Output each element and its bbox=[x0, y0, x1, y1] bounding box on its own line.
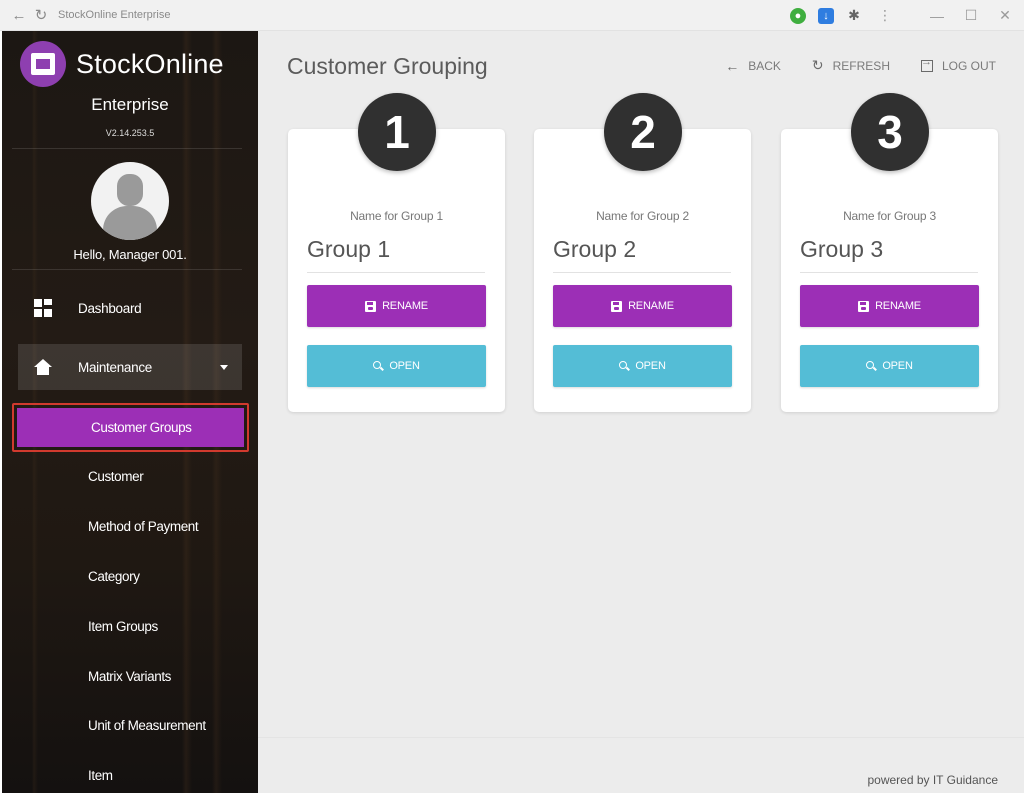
footer-text: powered by IT Guidance bbox=[867, 773, 998, 787]
group-name-value: Group 3 bbox=[800, 236, 884, 262]
search-icon bbox=[619, 361, 629, 371]
sidebar-item-item-groups[interactable]: Item Groups bbox=[88, 619, 158, 634]
open-label: OPEN bbox=[882, 360, 913, 372]
sidebar-item-label: Dashboard bbox=[78, 300, 142, 316]
brand-name: StockOnline bbox=[76, 48, 224, 79]
back-label: BACK bbox=[748, 58, 781, 73]
group-name-label: Name for Group 3 bbox=[843, 209, 936, 223]
arrow-left-icon: ← bbox=[725, 57, 740, 74]
avatar bbox=[91, 162, 169, 240]
sidebar-item-dashboard[interactable]: Dashboard bbox=[18, 285, 242, 331]
sidebar-item-unit-of-measurement[interactable]: Unit of Measurement bbox=[88, 718, 206, 733]
sidebar-item-category[interactable]: Category bbox=[88, 569, 140, 584]
open-button[interactable]: OPEN bbox=[553, 345, 732, 387]
group-number-badge: 2 bbox=[604, 93, 682, 171]
field-underline bbox=[800, 272, 978, 273]
version-label: V2.14.253.5 bbox=[105, 128, 155, 138]
sidebar-item-matrix-variants[interactable]: Matrix Variants bbox=[88, 669, 171, 684]
main-content: Customer Grouping ← BACK ↻ REFRESH LOG O… bbox=[258, 31, 1024, 793]
rename-label: RENAME bbox=[628, 300, 674, 312]
sidebar-divider bbox=[12, 148, 242, 149]
back-button[interactable]: ← BACK bbox=[725, 57, 781, 74]
box-logo-icon bbox=[20, 41, 66, 87]
save-icon bbox=[365, 300, 377, 312]
brand-subtitle: Enterprise bbox=[91, 95, 169, 114]
download-icon[interactable]: ↓ bbox=[818, 7, 834, 24]
sidebar-item-item[interactable]: Item bbox=[88, 768, 113, 783]
group-name-value: Group 1 bbox=[307, 236, 391, 262]
puzzle-icon[interactable]: ✱ bbox=[846, 7, 862, 24]
reload-icon[interactable]: ↻ bbox=[30, 4, 52, 26]
group-name-label: Name for Group 2 bbox=[596, 209, 689, 223]
rename-button[interactable]: RENAME bbox=[800, 285, 979, 327]
kebab-menu-icon[interactable]: ⋮ bbox=[874, 7, 896, 24]
rename-button[interactable]: RENAME bbox=[307, 285, 486, 327]
arrow-left-icon[interactable]: ← bbox=[8, 4, 30, 26]
maximize-icon[interactable]: ☐ bbox=[960, 7, 982, 24]
group-card: 1 Name for Group 1 Group 1 RENAME OPEN bbox=[288, 93, 505, 412]
open-label: OPEN bbox=[389, 360, 420, 372]
save-icon bbox=[858, 300, 870, 312]
refresh-label: REFRESH bbox=[832, 58, 890, 73]
sidebar-item-customer-groups[interactable]: Customer Groups bbox=[12, 403, 249, 452]
rename-label: RENAME bbox=[875, 300, 921, 312]
minimize-icon[interactable]: — bbox=[926, 8, 948, 24]
sidebar: StockOnline Enterprise V2.14.253.5 Hello… bbox=[2, 31, 258, 793]
group-number-badge: 1 bbox=[358, 93, 436, 171]
header-actions: ← BACK ↻ REFRESH LOG OUT bbox=[725, 56, 996, 74]
logout-icon bbox=[920, 56, 933, 72]
caret-down-icon bbox=[220, 365, 228, 370]
green-circle-icon[interactable]: ● bbox=[790, 7, 806, 24]
close-icon[interactable]: ✕ bbox=[994, 7, 1016, 24]
sidebar-item-method-of-payment[interactable]: Method of Payment bbox=[88, 519, 199, 534]
group-name-value: Group 2 bbox=[553, 236, 637, 262]
brand: StockOnline bbox=[20, 41, 224, 87]
sidebar-item-maintenance[interactable]: Maintenance bbox=[18, 344, 242, 390]
greeting: Hello, Manager 001. bbox=[73, 247, 187, 262]
footer-divider bbox=[258, 737, 1024, 738]
group-name-label: Name for Group 1 bbox=[350, 209, 443, 223]
page-title: Customer Grouping bbox=[287, 53, 488, 79]
open-button[interactable]: OPEN bbox=[800, 345, 979, 387]
logout-button[interactable]: LOG OUT bbox=[920, 56, 996, 74]
rename-label: RENAME bbox=[382, 300, 428, 312]
rename-button[interactable]: RENAME bbox=[553, 285, 732, 327]
open-label: OPEN bbox=[635, 360, 666, 372]
search-icon bbox=[866, 361, 876, 371]
sidebar-item-label: Maintenance bbox=[78, 359, 153, 375]
group-card: 2 Name for Group 2 Group 2 RENAME OPEN bbox=[534, 93, 751, 412]
home-icon bbox=[34, 359, 52, 375]
browser-title: StockOnline Enterprise bbox=[58, 9, 171, 21]
dashboard-icon bbox=[34, 299, 52, 317]
group-card: 3 Name for Group 3 Group 3 RENAME OPEN bbox=[781, 93, 998, 412]
refresh-icon: ↻ bbox=[811, 57, 824, 73]
group-number-badge: 3 bbox=[851, 93, 929, 171]
sidebar-item-customer[interactable]: Customer bbox=[88, 469, 144, 484]
browser-toolbar: ← ↻ StockOnline Enterprise ● ↓ ✱ ⋮ — ☐ ✕ bbox=[0, 0, 1024, 31]
field-underline bbox=[553, 272, 731, 273]
sidebar-item-label: Customer Groups bbox=[91, 420, 192, 435]
search-icon bbox=[373, 361, 383, 371]
sidebar-divider bbox=[12, 269, 242, 270]
field-underline bbox=[307, 272, 485, 273]
refresh-button[interactable]: ↻ REFRESH bbox=[812, 57, 890, 74]
save-icon bbox=[611, 300, 623, 312]
open-button[interactable]: OPEN bbox=[307, 345, 486, 387]
logout-label: LOG OUT bbox=[941, 58, 996, 73]
